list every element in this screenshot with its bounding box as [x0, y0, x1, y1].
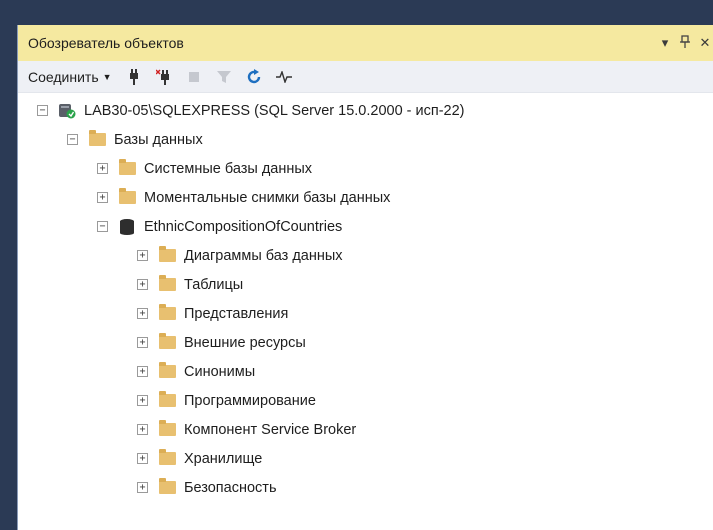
collapse-toggle[interactable]: − — [97, 221, 108, 232]
node-label: Базы данных — [114, 131, 203, 148]
folder-icon — [158, 420, 176, 438]
node-label: Безопасность — [184, 479, 277, 496]
expand-toggle[interactable]: + — [137, 424, 148, 435]
expand-toggle[interactable]: + — [137, 250, 148, 261]
dropdown-icon[interactable]: ▾ — [658, 35, 672, 51]
connect-button[interactable]: Соединить ▼ — [28, 69, 112, 85]
tree-node-database[interactable]: − EthnicCompositionOfCountries — [18, 212, 713, 241]
node-label: Хранилище — [184, 450, 263, 467]
node-label: Таблицы — [184, 276, 244, 293]
server-icon — [58, 103, 76, 119]
folder-icon — [158, 478, 176, 496]
connect-icon[interactable] — [126, 68, 142, 85]
tree-node-child[interactable]: + Синонимы — [18, 357, 713, 386]
expand-toggle[interactable]: + — [137, 453, 148, 464]
stop-icon[interactable] — [186, 69, 202, 85]
folder-icon — [158, 362, 176, 380]
panel-title: Обозреватель объектов — [28, 35, 184, 51]
folder-icon — [158, 275, 176, 293]
close-icon[interactable]: ✕ — [698, 35, 712, 51]
tree-node-child[interactable]: + Хранилище — [18, 444, 713, 473]
folder-icon — [158, 449, 176, 467]
node-label: Внешние ресурсы — [184, 334, 306, 351]
folder-icon — [158, 304, 176, 322]
database-icon — [118, 218, 136, 235]
object-explorer-panel: Обозреватель объектов ▾ ✕ Соединить ▼ − … — [17, 25, 713, 530]
folder-icon — [158, 333, 176, 351]
tree-node-child[interactable]: + Таблицы — [18, 270, 713, 299]
expand-toggle[interactable]: + — [137, 366, 148, 377]
node-label: EthnicCompositionOfCountries — [144, 218, 343, 235]
panel-titlebar: Обозреватель объектов ▾ ✕ — [18, 25, 713, 61]
folder-icon — [158, 246, 176, 264]
tree-node-system-databases[interactable]: + Системные базы данных — [18, 154, 713, 183]
folder-icon — [158, 391, 176, 409]
tree-node-child[interactable]: + Диаграммы баз данных — [18, 241, 713, 270]
collapse-toggle[interactable]: − — [37, 105, 48, 116]
node-label: Моментальные снимки базы данных — [144, 189, 391, 206]
refresh-icon[interactable] — [246, 68, 262, 85]
tree-node-snapshots[interactable]: + Моментальные снимки базы данных — [18, 183, 713, 212]
tree-node-child[interactable]: + Программирование — [18, 386, 713, 415]
tree-node-databases[interactable]: − Базы данных — [18, 125, 713, 154]
folder-icon — [88, 130, 106, 148]
tree-node-server[interactable]: − LAB30-05\SQLEXPRESS (SQL Server 15.0.2… — [18, 96, 713, 125]
object-tree: − LAB30-05\SQLEXPRESS (SQL Server 15.0.2… — [18, 96, 713, 502]
tree-node-child[interactable]: + Безопасность — [18, 473, 713, 502]
folder-icon — [118, 188, 136, 206]
pin-icon[interactable] — [678, 34, 692, 52]
node-label: LAB30-05\SQLEXPRESS (SQL Server 15.0.200… — [84, 102, 465, 119]
expand-toggle[interactable]: + — [97, 192, 108, 203]
expand-toggle[interactable]: + — [137, 395, 148, 406]
activity-monitor-icon[interactable] — [275, 69, 292, 85]
expand-toggle[interactable]: + — [97, 163, 108, 174]
node-label: Программирование — [184, 392, 316, 409]
node-label: Диаграммы баз данных — [184, 247, 343, 264]
expand-toggle[interactable]: + — [137, 308, 148, 319]
expand-toggle[interactable]: + — [137, 337, 148, 348]
toolbar: Соединить ▼ — [18, 61, 713, 93]
node-label: Синонимы — [184, 363, 256, 380]
tree-node-child[interactable]: + Компонент Service Broker — [18, 415, 713, 444]
disconnect-icon[interactable] — [155, 68, 172, 85]
node-label: Компонент Service Broker — [184, 421, 357, 438]
tree-node-child[interactable]: + Внешние ресурсы — [18, 328, 713, 357]
tree-node-child[interactable]: + Представления — [18, 299, 713, 328]
connect-label: Соединить — [28, 68, 99, 85]
node-label: Представления — [184, 305, 289, 322]
expand-toggle[interactable]: + — [137, 279, 148, 290]
filter-icon[interactable] — [216, 69, 232, 85]
panel-controls: ▾ ✕ — [658, 25, 713, 61]
expand-toggle[interactable]: + — [137, 482, 148, 493]
folder-icon — [118, 159, 136, 177]
collapse-toggle[interactable]: − — [67, 134, 78, 145]
node-label: Системные базы данных — [144, 160, 313, 177]
chevron-down-icon: ▼ — [102, 71, 112, 82]
